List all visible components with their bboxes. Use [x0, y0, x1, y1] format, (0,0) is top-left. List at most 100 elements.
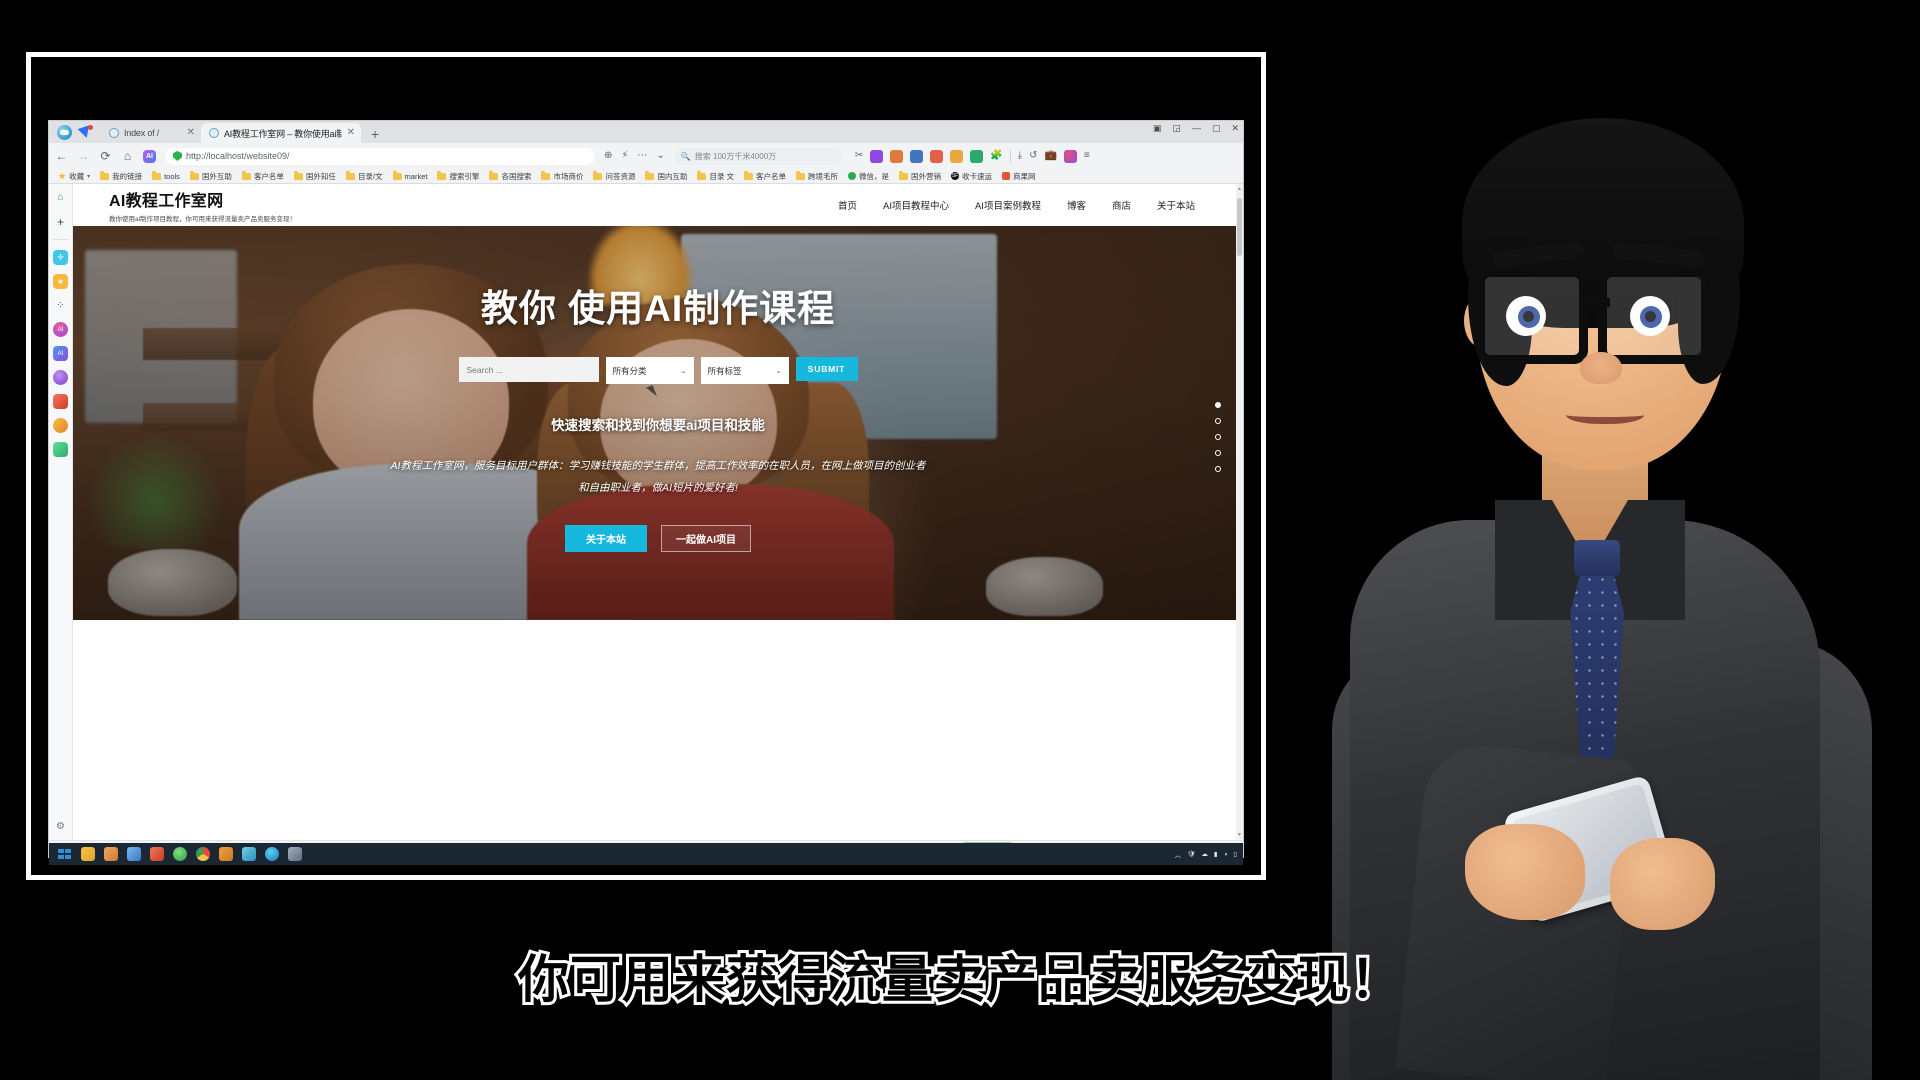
bookmark-item[interactable]: tools: [147, 170, 185, 181]
app-network-icon[interactable]: ⁘: [53, 298, 68, 313]
scroll-down-icon[interactable]: ▼: [1237, 832, 1242, 838]
app-game-icon[interactable]: [53, 394, 68, 409]
home-icon[interactable]: ⌂: [53, 190, 68, 205]
bookmark-item[interactable]: 目录/文: [341, 170, 388, 182]
download-icon[interactable]: ⤓: [1018, 151, 1022, 161]
more-icon[interactable]: ⋯: [637, 151, 647, 161]
app-blue-icon[interactable]: ✛: [53, 250, 68, 265]
network-icon[interactable]: ▮: [1214, 850, 1218, 858]
chevron-down-icon[interactable]: ⌄: [656, 151, 664, 161]
bookmark-item[interactable]: 客户名单: [739, 170, 791, 182]
game-icon[interactable]: [890, 149, 904, 163]
profile-avatar[interactable]: AI: [143, 149, 156, 163]
minimize-button[interactable]: —: [1192, 124, 1201, 133]
bookmark-item[interactable]: 客户名单: [237, 170, 289, 182]
bookmark-item[interactable]: 微信，是: [843, 171, 894, 182]
bookmark-item[interactable]: 市场商价: [536, 170, 588, 182]
app-purple-icon[interactable]: [53, 370, 68, 385]
chat-icon[interactable]: [910, 149, 924, 163]
taskbar-app-browser-green[interactable]: [168, 845, 191, 864]
battery-icon[interactable]: ▯: [1233, 850, 1237, 858]
forward-button[interactable]: →: [77, 150, 90, 162]
bookmark-item[interactable]: SF 收卡速运: [946, 171, 997, 182]
taskbar-app-file-explorer[interactable]: [76, 845, 99, 864]
page-scrollbar[interactable]: ▲ ▼: [1236, 184, 1243, 840]
chevron-down-icon[interactable]: ▾: [87, 173, 90, 180]
app-mail-icon[interactable]: [53, 442, 68, 457]
address-bar[interactable]: http://localhost/website09/: [165, 147, 595, 165]
window-extra1-icon[interactable]: ▣: [1153, 124, 1162, 133]
taskbar-app-notes[interactable]: [122, 845, 145, 864]
back-button[interactable]: ←: [55, 150, 68, 162]
bookmark-item[interactable]: 国内互助: [640, 170, 692, 182]
nav-item-about[interactable]: 关于本站: [1157, 198, 1195, 212]
app-weibo-icon[interactable]: [53, 418, 68, 433]
gear-icon[interactable]: ⚙: [56, 821, 65, 832]
taskbar-app-chrome[interactable]: [191, 845, 214, 864]
window-extra2-icon[interactable]: ◲: [1172, 124, 1181, 133]
app-ai-circle-icon[interactable]: AI: [53, 322, 68, 337]
cta-project-button[interactable]: 一起做AI项目: [661, 525, 751, 553]
cta-about-button[interactable]: 关于本站: [565, 525, 647, 553]
taskbar-app-folder[interactable]: [214, 845, 237, 864]
bookmark-item[interactable]: 我的链接: [95, 170, 147, 182]
bookmark-item[interactable]: ★ 收藏 ▾: [53, 171, 95, 182]
taskbar-app-edge[interactable]: [260, 845, 283, 864]
menu-icon[interactable]: ≡: [1084, 151, 1090, 161]
app-ai-square-icon[interactable]: AI: [53, 346, 68, 361]
bookmark-item[interactable]: 问答资源: [588, 170, 640, 182]
extension-purple-icon[interactable]: [870, 149, 884, 163]
bookmark-item[interactable]: 国外知任: [289, 170, 341, 182]
taskbar-app-chat[interactable]: [237, 845, 260, 864]
slider-dot-2[interactable]: [1215, 418, 1221, 424]
puzzle-icon[interactable]: 🧩: [990, 151, 1002, 161]
taskbar-app-extra[interactable]: [283, 845, 306, 864]
reload-icon[interactable]: ⟳: [99, 150, 112, 162]
app-star-icon[interactable]: ★: [53, 274, 68, 289]
bookmark-item[interactable]: 国外营销: [894, 170, 946, 182]
slider-dot-5[interactable]: [1215, 466, 1221, 472]
tag-select[interactable]: 所有标签 ⌄: [700, 357, 789, 384]
lightning-icon[interactable]: ⚡: [621, 151, 628, 161]
toolbar-search-box[interactable]: 🔍 搜索 100万千米4000万: [673, 147, 842, 165]
slider-dot-4[interactable]: [1215, 450, 1221, 456]
nav-item-blog[interactable]: 博客: [1067, 198, 1086, 212]
close-icon[interactable]: ✕: [347, 128, 355, 138]
site-logo[interactable]: AI教程工作室网 教你使用ai制作项目教程，你可用来获得流量卖产品卖服务变现！: [109, 187, 296, 223]
bookmark-item[interactable]: 目录 文: [692, 170, 739, 182]
add-icon[interactable]: +: [53, 214, 68, 229]
taskbar-app-xmind[interactable]: [145, 845, 168, 864]
slider-dot-3[interactable]: [1215, 434, 1221, 440]
category-select[interactable]: 所有分类 ⌄: [605, 357, 694, 384]
book-icon[interactable]: [950, 149, 964, 163]
browser-tab-1[interactable]: Index of / ✕: [101, 123, 201, 143]
bookmark-item[interactable]: 国外互助: [185, 170, 237, 182]
bookmark-item[interactable]: 跨境毛所: [791, 170, 843, 182]
start-button[interactable]: [53, 845, 76, 864]
home-icon[interactable]: ⌂: [121, 150, 134, 162]
chevron-up-icon[interactable]: ︿: [1175, 849, 1182, 859]
bookmark-item[interactable]: 搜索引擎: [432, 170, 484, 182]
briefcase-icon[interactable]: 💼: [1044, 151, 1056, 161]
slider-dot-1[interactable]: [1215, 402, 1221, 408]
submit-button[interactable]: SUBMIT: [795, 357, 858, 381]
scrollbar-thumb[interactable]: [1237, 198, 1242, 256]
nav-item-home[interactable]: 首页: [838, 198, 857, 212]
nav-item-tutorial-center[interactable]: AI项目教程中心: [883, 198, 949, 212]
chart-icon[interactable]: [930, 149, 944, 163]
video-icon[interactable]: [970, 149, 984, 163]
search-input[interactable]: Search ...: [458, 357, 599, 382]
maximize-button[interactable]: ▢: [1212, 124, 1221, 133]
shield-icon[interactable]: 🛡: [1187, 850, 1195, 858]
taskbar-app-contacts[interactable]: [99, 845, 122, 864]
nav-item-shop[interactable]: 商店: [1112, 198, 1131, 212]
new-tab-button[interactable]: +: [361, 127, 389, 143]
cloud-icon[interactable]: ☁: [1201, 850, 1208, 858]
scissors-icon[interactable]: ✂: [855, 151, 863, 161]
zoom-icon[interactable]: ⊕: [604, 151, 612, 161]
bookmark-item[interactable]: market: [388, 170, 433, 181]
volume-icon[interactable]: ◑: [1223, 851, 1227, 858]
history-icon[interactable]: ↺: [1029, 151, 1037, 161]
close-icon[interactable]: ✕: [187, 128, 195, 138]
bookmark-item[interactable]: 商果网: [997, 171, 1041, 182]
